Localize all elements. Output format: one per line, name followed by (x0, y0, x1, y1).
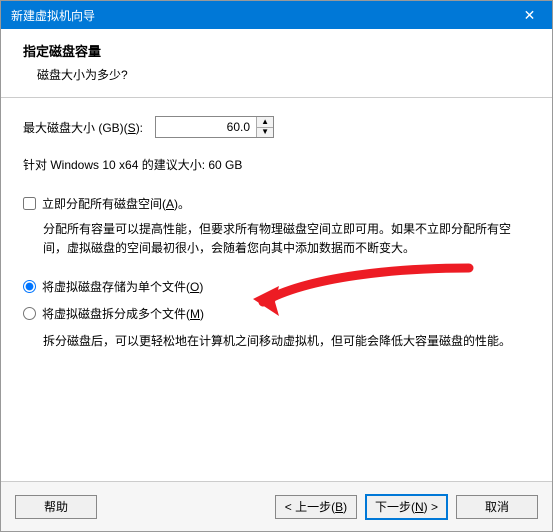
next-button[interactable]: 下一步(N) > (365, 494, 448, 520)
allocate-now-description: 分配所有容量可以提高性能，但要求所有物理磁盘空间立即可用。如果不立即分配所有空间… (23, 220, 530, 258)
split-files-radio[interactable] (23, 307, 36, 320)
single-file-label[interactable]: 将虚拟磁盘存储为单个文件(O) (42, 278, 203, 295)
single-file-radio[interactable] (23, 280, 36, 293)
page-subtitle: 磁盘大小为多少? (23, 66, 530, 83)
titlebar-text: 新建虚拟机向导 (11, 7, 95, 24)
split-files-label[interactable]: 将虚拟磁盘拆分成多个文件(M) (42, 305, 204, 322)
dialog-header: 指定磁盘容量 磁盘大小为多少? (1, 29, 552, 98)
allocate-now-checkbox[interactable] (23, 197, 36, 210)
dialog-footer: 帮助 < 上一步(B) 下一步(N) > 取消 (1, 481, 552, 531)
split-files-description: 拆分磁盘后，可以更轻松地在计算机之间移动虚拟机，但可能会降低大容量磁盘的性能。 (23, 332, 530, 351)
close-icon: ✕ (524, 7, 536, 24)
wizard-dialog: 新建虚拟机向导 ✕ 指定磁盘容量 磁盘大小为多少? 最大磁盘大小 (GB)(S)… (0, 0, 553, 532)
close-button[interactable]: ✕ (507, 1, 552, 29)
page-title: 指定磁盘容量 (23, 41, 530, 60)
help-button[interactable]: 帮助 (15, 495, 97, 519)
titlebar: 新建虚拟机向导 ✕ (1, 1, 552, 29)
disk-size-label: 最大磁盘大小 (GB)(S): (23, 119, 143, 136)
spinner-up-button[interactable]: ▲ (257, 117, 273, 128)
dialog-content: 最大磁盘大小 (GB)(S): ▲ ▼ 针对 Windows 10 x64 的建… (1, 98, 552, 481)
allocate-now-label[interactable]: 立即分配所有磁盘空间(A)。 (42, 195, 190, 212)
disk-size-spinner[interactable]: ▲ ▼ (155, 116, 274, 138)
cancel-button[interactable]: 取消 (456, 495, 538, 519)
recommended-size-text: 针对 Windows 10 x64 的建议大小: 60 GB (23, 156, 530, 173)
spinner-down-button[interactable]: ▼ (257, 128, 273, 138)
disk-size-input[interactable] (156, 117, 256, 137)
back-button[interactable]: < 上一步(B) (275, 495, 357, 519)
